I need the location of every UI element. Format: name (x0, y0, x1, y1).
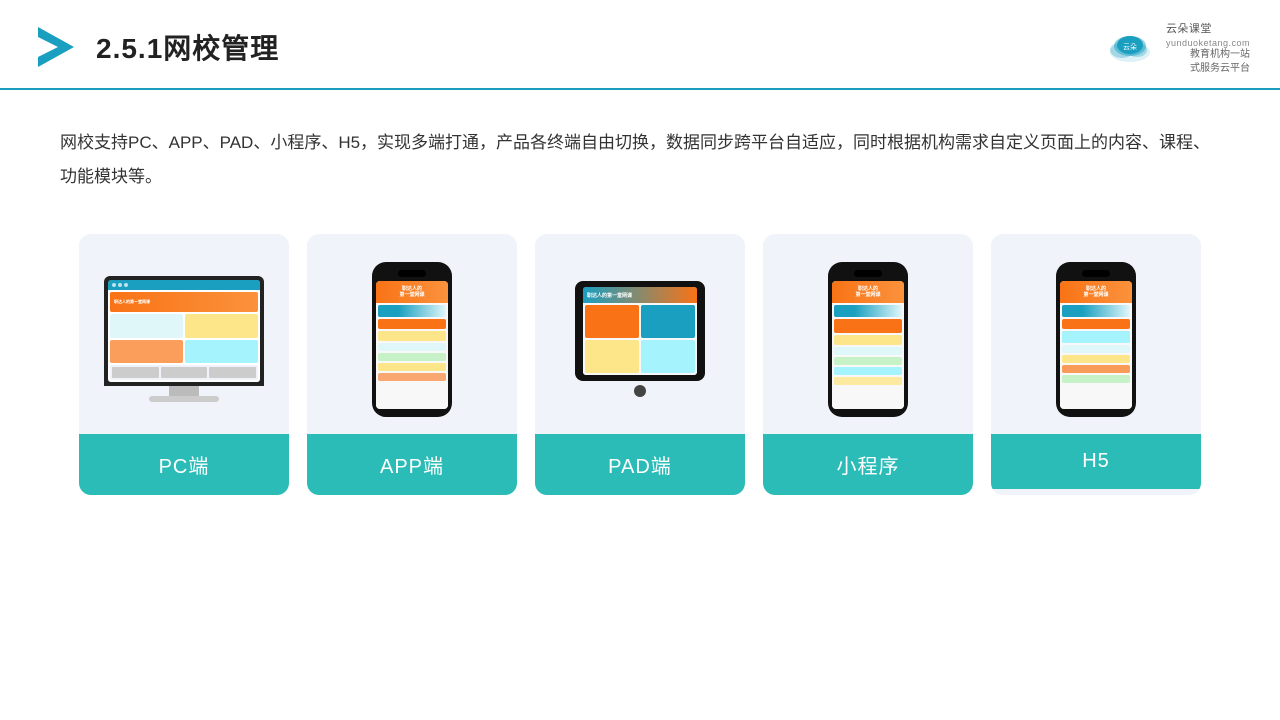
pc-image-area: 职达人的第一堂网课 (79, 234, 289, 434)
pc-mockup: 职达人的第一堂网课 (104, 276, 264, 402)
cards-container: 职达人的第一堂网课 (0, 214, 1280, 525)
description-text: 网校支持PC、APP、PAD、小程序、H5，实现多端打通，产品各终端自由切换，数… (0, 90, 1280, 214)
brand-url: yunduoketang.com (1166, 38, 1250, 48)
app-image-area: 职达人的第一堂网课 (307, 234, 517, 434)
header: 2.5.1网校管理 云朵 云朵课堂 yunduoketang.com 教育机构一… (0, 0, 1280, 90)
tablet-mockup: 职达人的第一堂网课 (575, 281, 705, 397)
page-title: 2.5.1网校管理 (96, 27, 279, 67)
header-left: 2.5.1网校管理 (30, 23, 279, 71)
card-miniapp: 职达人的第一堂网课 小程序 (763, 234, 973, 495)
card-h5: 职达人的第一堂网课 H5 (991, 234, 1201, 495)
phone-mockup-app: 职达人的第一堂网课 (372, 262, 452, 417)
header-right: 云朵 云朵课堂 yunduoketang.com 教育机构一站式服务云平台 (1102, 18, 1250, 76)
card-app-label: APP端 (307, 434, 517, 495)
card-h5-label: H5 (991, 434, 1201, 489)
pad-image-area: 职达人的第一堂网课 (535, 234, 745, 434)
card-app: 职达人的第一堂网课 APP端 (307, 234, 517, 495)
card-pc: 职达人的第一堂网课 (79, 234, 289, 495)
miniapp-image-area: 职达人的第一堂网课 (763, 234, 973, 434)
phone-mockup-h5: 职达人的第一堂网课 (1056, 262, 1136, 417)
brand-cloud-icon: 云朵 (1102, 28, 1158, 66)
card-miniapp-label: 小程序 (763, 434, 973, 495)
brand-name: 云朵课堂 (1166, 20, 1250, 36)
phone-mockup-miniapp: 职达人的第一堂网课 (828, 262, 908, 417)
h5-image-area: 职达人的第一堂网课 (991, 234, 1201, 434)
brand-info: 云朵课堂 yunduoketang.com 教育机构一站式服务云平台 (1166, 18, 1250, 76)
arrow-logo-icon (30, 23, 78, 71)
svg-text:云朵: 云朵 (1123, 43, 1137, 51)
card-pc-label: PC端 (79, 434, 289, 495)
brand-slogan: 教育机构一站式服务云平台 (1166, 48, 1250, 76)
card-pad-label: PAD端 (535, 434, 745, 495)
card-pad: 职达人的第一堂网课 PAD端 (535, 234, 745, 495)
